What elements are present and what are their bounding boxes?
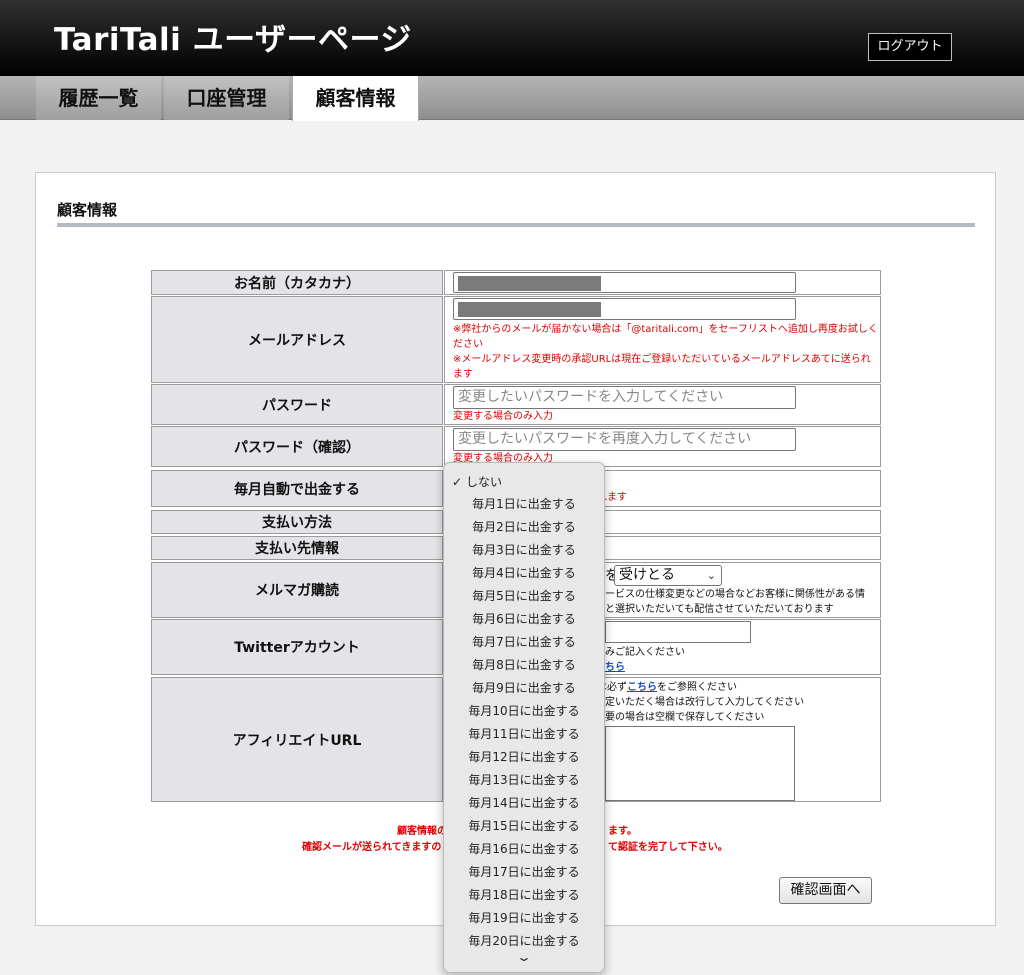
logout-button[interactable]: ログアウト bbox=[868, 33, 952, 61]
twitter-help-link[interactable]: ちら bbox=[605, 660, 625, 675]
newsletter-select[interactable]: 受けとる ⌄ bbox=[614, 565, 722, 586]
dropdown-option[interactable]: 毎月6日に出金する bbox=[444, 608, 604, 631]
chevron-down-icon[interactable]: ⌄ bbox=[396, 950, 652, 964]
label-password-confirm: パスワード（確認） bbox=[151, 426, 443, 467]
label-auto-withdraw: 毎月自動で出金する bbox=[151, 470, 443, 507]
twitter-note: みご記入ください bbox=[605, 647, 685, 658]
dropdown-option[interactable]: 毎月2日に出金する bbox=[444, 516, 604, 539]
footer-notice-2-right: て認証を完了して下さい。 bbox=[608, 842, 728, 853]
value-email: ※弊社からのメールが届かない場合は「@taritali.com」をセーフリストへ… bbox=[444, 296, 881, 383]
dropdown-option[interactable]: 毎月13日に出金する bbox=[444, 769, 604, 792]
dropdown-option[interactable]: 毎月9日に出金する bbox=[444, 677, 604, 700]
chevron-down-icon: ⌄ bbox=[706, 569, 716, 582]
email-note-safelist: ※弊社からのメールが届かない場合は「@taritali.com」をセーフリストへ… bbox=[453, 324, 878, 350]
email-input[interactable] bbox=[453, 298, 796, 320]
label-email: メールアドレス bbox=[151, 296, 443, 383]
confirm-screen-button[interactable]: 確認画面へ bbox=[779, 877, 872, 904]
password-confirm-input[interactable]: 変更したいパスワードを再度入力してください bbox=[453, 428, 796, 451]
dropdown-option[interactable]: 毎月11日に出金する bbox=[444, 723, 604, 746]
value-password-confirm: 変更したいパスワードを再度入力してください 変更する場合のみ入力 bbox=[444, 426, 881, 467]
password-note: 変更する場合のみ入力 bbox=[453, 411, 553, 422]
dropdown-option[interactable]: 毎月4日に出金する bbox=[444, 562, 604, 585]
panel-title: 顧客情報 bbox=[57, 201, 118, 219]
dropdown-option[interactable]: 毎月3日に出金する bbox=[444, 539, 604, 562]
password-input[interactable]: 変更したいパスワードを入力してください bbox=[453, 386, 796, 409]
dropdown-option[interactable]: 毎月1日に出金する bbox=[444, 493, 604, 516]
dropdown-option[interactable]: 毎月10日に出金する bbox=[444, 700, 604, 723]
label-twitter: Twitterアカウント bbox=[151, 619, 443, 675]
dropdown-option[interactable]: 毎月14日に出金する bbox=[444, 792, 604, 815]
twitter-help-link-text[interactable]: ちら bbox=[605, 662, 625, 673]
affiliate-help-link[interactable]: こちら bbox=[627, 682, 657, 693]
tab-customer-info[interactable]: 顧客情報 bbox=[292, 76, 419, 121]
label-name-katakana: お名前（カタカナ） bbox=[151, 270, 443, 295]
tab-history[interactable]: 履歴一覧 bbox=[36, 76, 161, 120]
label-affiliate-url: アフィリエイトURL bbox=[151, 677, 443, 802]
main-nav: 履歴一覧 口座管理 顧客情報 bbox=[0, 76, 1024, 121]
footer-notice-1-left: 顧客情報の bbox=[397, 826, 447, 837]
auto-withdraw-dropdown[interactable]: ✓ しない 毎月1日に出金する 毎月2日に出金する 毎月3日に出金する 毎月4日に… bbox=[443, 462, 605, 973]
twitter-input[interactable] bbox=[605, 621, 751, 643]
newsletter-select-value: 受けとる bbox=[619, 567, 675, 583]
dropdown-option[interactable]: 毎月12日に出金する bbox=[444, 746, 604, 769]
label-payment-destination: 支払い先情報 bbox=[151, 536, 443, 560]
value-name-katakana bbox=[444, 270, 881, 295]
redacted-value bbox=[458, 302, 601, 317]
checkmark-icon: ✓ bbox=[452, 475, 463, 489]
dropdown-option[interactable]: 毎月19日に出金する bbox=[444, 907, 604, 930]
site-title: TariTali ユーザーページ bbox=[54, 22, 412, 58]
affiliate-note-2: 定いただく場合は改行して入力してください bbox=[605, 697, 805, 708]
affiliate-note-3: 要の場合は空欄で保存してください bbox=[605, 712, 765, 723]
dropdown-option[interactable]: 毎月16日に出金する bbox=[444, 838, 604, 861]
name-katakana-input[interactable] bbox=[453, 272, 796, 293]
dropdown-option[interactable]: 毎月7日に出金する bbox=[444, 631, 604, 654]
title-divider bbox=[57, 223, 975, 227]
dropdown-option[interactable]: 毎月15日に出金する bbox=[444, 815, 604, 838]
redacted-value bbox=[458, 276, 601, 291]
value-password: 変更したいパスワードを入力してください 変更する場合のみ入力 bbox=[444, 384, 881, 425]
affiliate-note-1: は必ずこちらをご参照ください bbox=[597, 682, 737, 693]
email-note-approval: ※メールアドレス変更時の承認URLは現在ご登録いただいているメールアドレスあてに… bbox=[453, 354, 871, 380]
footer-notice-2-left: 確認メールが送られてきますの bbox=[302, 842, 442, 853]
dropdown-option[interactable]: 毎月5日に出金する bbox=[444, 585, 604, 608]
footer-notice-1-right: ます。 bbox=[608, 826, 637, 837]
dropdown-option[interactable]: 毎月18日に出金する bbox=[444, 884, 604, 907]
dropdown-option[interactable]: 毎月17日に出金する bbox=[444, 861, 604, 884]
label-payment-method: 支払い方法 bbox=[151, 510, 443, 534]
newsletter-note-1: ービスの仕様変更などの場合などお客様に関係性がある情 bbox=[605, 589, 865, 600]
label-newsletter: メルマガ購読 bbox=[151, 562, 443, 618]
site-header: TariTali ユーザーページ ログアウト bbox=[0, 0, 1024, 76]
dropdown-option-none[interactable]: ✓ しない bbox=[444, 471, 604, 494]
dropdown-option[interactable]: 毎月8日に出金する bbox=[444, 654, 604, 677]
tab-account[interactable]: 口座管理 bbox=[164, 76, 289, 120]
newsletter-note-2: と選択いただいても配信させていただいております bbox=[605, 604, 834, 615]
label-password: パスワード bbox=[151, 384, 443, 425]
affiliate-url-textarea[interactable] bbox=[605, 726, 795, 801]
